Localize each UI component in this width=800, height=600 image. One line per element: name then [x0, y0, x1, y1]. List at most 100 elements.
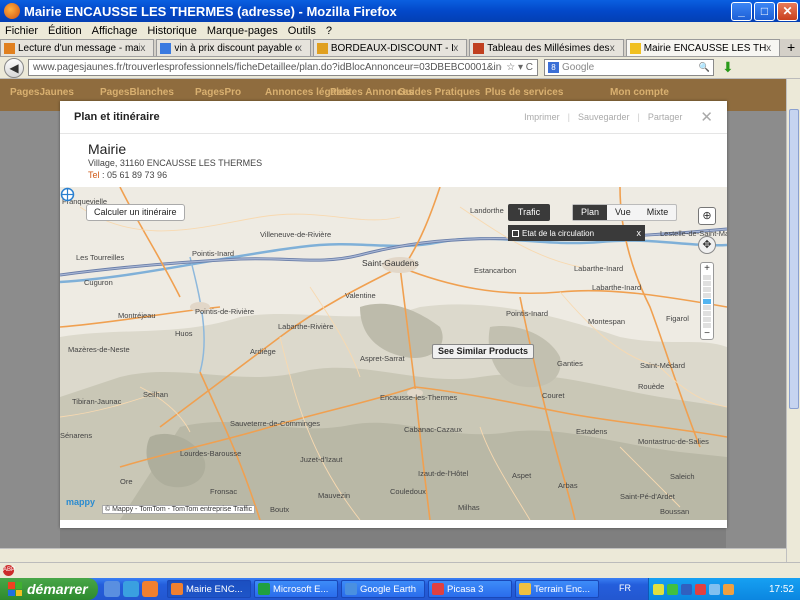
tab-vin[interactable]: vin à prix discount payable en... x [156, 39, 311, 56]
menu-marque-pages[interactable]: Marque-pages [202, 25, 283, 37]
scrollbar-thumb[interactable] [789, 109, 799, 409]
maximize-button[interactable]: □ [754, 1, 775, 21]
start-button[interactable]: démarrer [0, 578, 98, 600]
map-modal: Plan et itinéraire Imprimer | Sauvegarde… [60, 101, 727, 528]
windows-flag-icon [8, 582, 22, 596]
taskbar-item[interactable]: Terrain Enc... [515, 580, 599, 598]
taskbar-item[interactable]: Microsoft E... [254, 580, 338, 598]
taskbar-item[interactable]: Google Earth [341, 580, 425, 598]
tray-icon[interactable] [667, 583, 678, 595]
quicklaunch-icon[interactable] [142, 581, 158, 597]
tray-icon[interactable] [653, 583, 664, 595]
mode-plan-button[interactable]: Plan [573, 205, 608, 220]
taskbar-item-label: Google Earth [360, 583, 416, 595]
zoom-step[interactable] [703, 287, 711, 292]
tab-favicon-icon [629, 42, 641, 54]
tab-close-icon[interactable]: x [297, 43, 307, 54]
close-icon[interactable]: x [637, 228, 642, 238]
location-pin-icon[interactable] [60, 187, 75, 202]
page-right-column [726, 111, 786, 562]
tab-mail[interactable]: Lecture d'un message - mail ... x [0, 39, 155, 56]
pj-nav-item[interactable]: PagesJaunes [10, 87, 74, 98]
town-label: Huos [175, 329, 193, 338]
zoom-step[interactable] [703, 275, 711, 280]
search-icon[interactable]: 🔍 [699, 62, 710, 73]
share-link[interactable]: Partager [648, 112, 683, 122]
tray-icon[interactable] [709, 583, 720, 595]
quicklaunch-icon[interactable] [123, 581, 139, 597]
start-label: démarrer [27, 581, 88, 597]
url-bar[interactable]: www.pagesjaunes.fr/trouverlesprofessionn… [28, 59, 538, 76]
url-bar-icons[interactable]: ☆ ▾ C [506, 62, 533, 73]
menu-help[interactable]: ? [321, 25, 337, 37]
minimize-button[interactable]: _ [731, 1, 752, 21]
mode-mixte-button[interactable]: Mixte [639, 205, 677, 220]
zoom-step[interactable] [703, 305, 711, 310]
map-canvas[interactable]: Franquevielle Landorthe Villeneuve-de-Ri… [60, 187, 727, 520]
traffic-status-checkbox[interactable] [512, 229, 519, 237]
close-button[interactable]: ✕ [777, 1, 798, 21]
zoom-step[interactable] [703, 311, 711, 316]
zoom-in-button[interactable]: + [701, 263, 713, 274]
tab-close-icon[interactable]: x [453, 43, 463, 54]
pan-icon[interactable]: ✥ [698, 236, 716, 254]
search-box[interactable]: 8 Google 🔍 [544, 59, 714, 76]
town-label: Izaut-de-l'Hôtel [418, 469, 469, 478]
recenter-icon[interactable]: ⊕ [698, 207, 716, 225]
zoom-step[interactable] [703, 293, 711, 298]
tab-millesimes[interactable]: Tableau des Millésimes des vi... x [469, 39, 624, 56]
menu-outils[interactable]: Outils [283, 25, 321, 37]
mode-vue-button[interactable]: Vue [607, 205, 639, 220]
tab-label: Tableau des Millésimes des vi... [487, 42, 610, 54]
zoom-out-button[interactable]: − [701, 328, 713, 339]
zoom-step[interactable] [703, 281, 711, 286]
tray-icon[interactable] [723, 583, 734, 595]
tab-close-icon[interactable]: x [766, 43, 776, 54]
town-label: Estancarbon [474, 266, 517, 275]
menu-affichage[interactable]: Affichage [87, 25, 143, 37]
adblock-icon[interactable]: ABP [3, 565, 15, 576]
save-link[interactable]: Sauvegarder [578, 112, 630, 122]
zoom-step[interactable] [703, 317, 711, 322]
search-input[interactable]: Google [562, 62, 699, 73]
town-label: Labarthe-Rivière [278, 322, 334, 331]
horizontal-scrollbar[interactable] [0, 548, 786, 562]
taskbar-item[interactable]: Mairie ENC... [167, 580, 251, 598]
pj-nav-item[interactable]: Mon compte [610, 87, 669, 98]
phone-label: Tel [88, 170, 100, 180]
print-link[interactable]: Imprimer [524, 112, 560, 122]
menu-edition[interactable]: Édition [43, 25, 87, 37]
town-label: Landorthe [470, 206, 504, 215]
pj-nav-item[interactable]: PagesBlanches [100, 87, 174, 98]
back-button[interactable]: ◀ [4, 57, 24, 78]
zoom-track[interactable] [703, 275, 711, 329]
taskbar-app-icon [171, 583, 183, 595]
zoom-slider[interactable]: + − [700, 262, 714, 340]
close-icon[interactable]: ✕ [700, 108, 713, 126]
taskbar-app-icon [519, 583, 531, 595]
tray-icon[interactable] [695, 583, 706, 595]
see-similar-products-button[interactable]: See Similar Products [432, 344, 535, 359]
taskbar-item[interactable]: Picasa 3 [428, 580, 512, 598]
pj-nav-item[interactable]: PagesPro [195, 87, 241, 98]
tab-bordeaux[interactable]: BORDEAUX-DISCOUNT - Pro... x [312, 39, 468, 56]
town-label: Sénarens [60, 431, 93, 440]
tab-close-icon[interactable]: x [610, 43, 620, 54]
tray-icon[interactable] [681, 583, 692, 595]
pj-nav-item[interactable]: Plus de services [485, 87, 563, 98]
tab-bar: Lecture d'un message - mail ... x vin à … [0, 39, 800, 57]
menu-fichier[interactable]: Fichier [0, 25, 43, 37]
tab-close-icon[interactable]: x [140, 43, 150, 54]
vertical-scrollbar[interactable] [786, 79, 800, 562]
pj-nav-item[interactable]: Guides Pratiques [398, 87, 480, 98]
zoom-step[interactable] [703, 299, 711, 304]
google-icon[interactable]: 8 [548, 62, 559, 73]
new-tab-button[interactable]: + [782, 39, 800, 56]
calculate-route-button[interactable]: Calculer un itinéraire [86, 204, 185, 221]
language-indicator[interactable]: FR [619, 583, 631, 593]
tab-mairie[interactable]: Mairie ENCAUSSE LES THER... x [625, 39, 781, 56]
traffic-button[interactable]: Trafic [508, 204, 550, 221]
quicklaunch-icon[interactable] [104, 581, 120, 597]
menu-historique[interactable]: Historique [142, 25, 202, 37]
download-icon[interactable]: ⬇ [722, 59, 734, 76]
